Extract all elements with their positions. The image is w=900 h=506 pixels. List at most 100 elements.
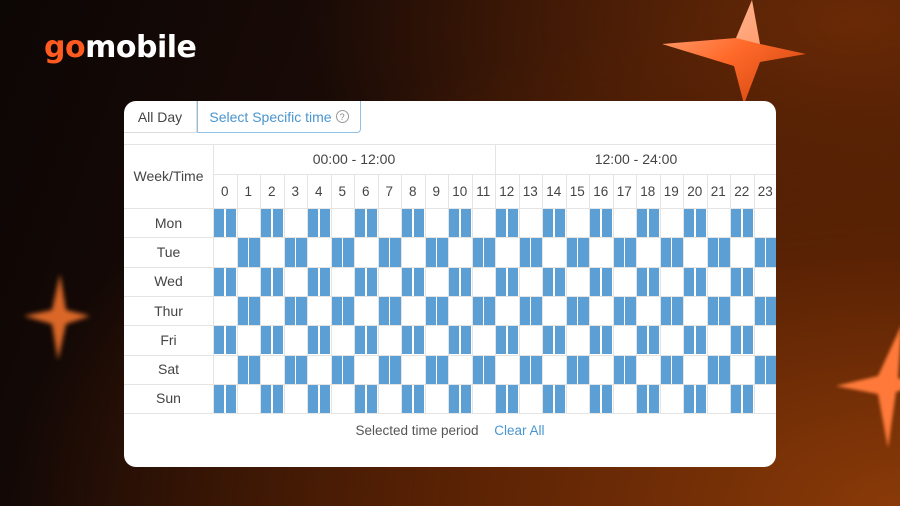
time-slot-selected[interactable] xyxy=(742,267,753,296)
time-slot-selected[interactable] xyxy=(225,267,236,296)
time-slot-selected[interactable] xyxy=(331,296,342,326)
time-slot-selected[interactable] xyxy=(225,326,236,355)
time-slot-selected[interactable] xyxy=(343,296,354,326)
time-slot-selected[interactable] xyxy=(543,326,554,355)
time-slot-selected[interactable] xyxy=(214,384,225,414)
time-slot-selected[interactable] xyxy=(578,238,589,267)
time-slot-selected[interactable] xyxy=(672,238,683,267)
time-slot-selected[interactable] xyxy=(637,209,648,238)
time-slot-selected[interactable] xyxy=(249,355,260,384)
time-slot-selected[interactable] xyxy=(472,238,483,267)
time-slot-selected[interactable] xyxy=(237,355,248,384)
time-slot-selected[interactable] xyxy=(554,209,565,238)
time-slot-selected[interactable] xyxy=(695,384,706,414)
time-slot-selected[interactable] xyxy=(731,209,742,238)
time-slot-selected[interactable] xyxy=(237,238,248,267)
time-slot-selected[interactable] xyxy=(261,384,272,414)
time-slot-selected[interactable] xyxy=(754,355,765,384)
time-slot-selected[interactable] xyxy=(378,296,389,326)
time-slot-selected[interactable] xyxy=(378,238,389,267)
time-slot-selected[interactable] xyxy=(707,238,718,267)
time-slot-selected[interactable] xyxy=(601,384,612,414)
time-slot-selected[interactable] xyxy=(742,209,753,238)
time-slot-selected[interactable] xyxy=(402,326,413,355)
time-slot-selected[interactable] xyxy=(660,355,671,384)
time-slot-selected[interactable] xyxy=(484,355,495,384)
time-slot-selected[interactable] xyxy=(590,209,601,238)
tab-all-day[interactable]: All Day xyxy=(124,101,197,133)
time-slot-selected[interactable] xyxy=(719,238,730,267)
time-slot-selected[interactable] xyxy=(543,384,554,414)
time-slot-selected[interactable] xyxy=(319,209,330,238)
time-slot-selected[interactable] xyxy=(472,296,483,326)
time-slot-selected[interactable] xyxy=(531,238,542,267)
time-slot-selected[interactable] xyxy=(366,326,377,355)
time-slot-selected[interactable] xyxy=(355,384,366,414)
time-slot-selected[interactable] xyxy=(590,326,601,355)
time-slot-selected[interactable] xyxy=(566,355,577,384)
time-slot-selected[interactable] xyxy=(695,326,706,355)
time-slot-selected[interactable] xyxy=(742,326,753,355)
time-slot-selected[interactable] xyxy=(366,267,377,296)
time-slot-selected[interactable] xyxy=(742,384,753,414)
time-slot-selected[interactable] xyxy=(390,296,401,326)
time-slot-selected[interactable] xyxy=(308,384,319,414)
time-slot-selected[interactable] xyxy=(601,267,612,296)
time-slot-selected[interactable] xyxy=(214,209,225,238)
time-slot-selected[interactable] xyxy=(425,355,436,384)
time-slot-selected[interactable] xyxy=(684,384,695,414)
time-slot-selected[interactable] xyxy=(707,355,718,384)
time-slot-selected[interactable] xyxy=(261,267,272,296)
time-slot-selected[interactable] xyxy=(684,209,695,238)
time-slot-selected[interactable] xyxy=(390,355,401,384)
time-slot-selected[interactable] xyxy=(331,238,342,267)
time-slot-selected[interactable] xyxy=(590,267,601,296)
time-slot-selected[interactable] xyxy=(308,209,319,238)
time-slot-selected[interactable] xyxy=(366,384,377,414)
time-slot-selected[interactable] xyxy=(695,267,706,296)
time-slot-selected[interactable] xyxy=(249,296,260,326)
time-slot-selected[interactable] xyxy=(719,296,730,326)
time-slot-selected[interactable] xyxy=(648,326,659,355)
time-slot-selected[interactable] xyxy=(566,238,577,267)
time-slot-selected[interactable] xyxy=(225,209,236,238)
time-slot-selected[interactable] xyxy=(214,326,225,355)
time-slot-selected[interactable] xyxy=(601,326,612,355)
time-slot-selected[interactable] xyxy=(507,384,518,414)
time-slot-selected[interactable] xyxy=(319,326,330,355)
time-slot-selected[interactable] xyxy=(531,296,542,326)
time-slot-selected[interactable] xyxy=(449,267,460,296)
time-slot-selected[interactable] xyxy=(543,209,554,238)
time-slot-selected[interactable] xyxy=(272,209,283,238)
time-slot-selected[interactable] xyxy=(672,355,683,384)
time-slot-selected[interactable] xyxy=(684,267,695,296)
time-slot-selected[interactable] xyxy=(413,209,424,238)
time-slot-selected[interactable] xyxy=(531,355,542,384)
time-slot-selected[interactable] xyxy=(566,296,577,326)
time-slot-selected[interactable] xyxy=(695,209,706,238)
time-slot-selected[interactable] xyxy=(319,267,330,296)
time-slot-selected[interactable] xyxy=(449,326,460,355)
time-slot-selected[interactable] xyxy=(554,267,565,296)
time-slot-selected[interactable] xyxy=(425,238,436,267)
time-slot-selected[interactable] xyxy=(225,384,236,414)
time-slot-selected[interactable] xyxy=(319,384,330,414)
time-slot-selected[interactable] xyxy=(637,267,648,296)
time-slot-selected[interactable] xyxy=(472,355,483,384)
time-slot-selected[interactable] xyxy=(754,296,765,326)
time-slot-selected[interactable] xyxy=(237,296,248,326)
time-slot-selected[interactable] xyxy=(437,355,448,384)
time-slot-selected[interactable] xyxy=(648,384,659,414)
time-slot-selected[interactable] xyxy=(496,326,507,355)
time-slot-selected[interactable] xyxy=(272,384,283,414)
time-slot-selected[interactable] xyxy=(402,384,413,414)
time-slot-selected[interactable] xyxy=(449,384,460,414)
time-slot-selected[interactable] xyxy=(296,238,307,267)
time-slot-selected[interactable] xyxy=(766,355,776,384)
time-slot-selected[interactable] xyxy=(554,384,565,414)
tab-select-specific-time[interactable]: Select Specific time ? xyxy=(197,101,361,133)
time-slot-selected[interactable] xyxy=(296,296,307,326)
help-icon[interactable]: ? xyxy=(335,110,349,123)
time-slot-selected[interactable] xyxy=(590,384,601,414)
time-slot-selected[interactable] xyxy=(366,209,377,238)
